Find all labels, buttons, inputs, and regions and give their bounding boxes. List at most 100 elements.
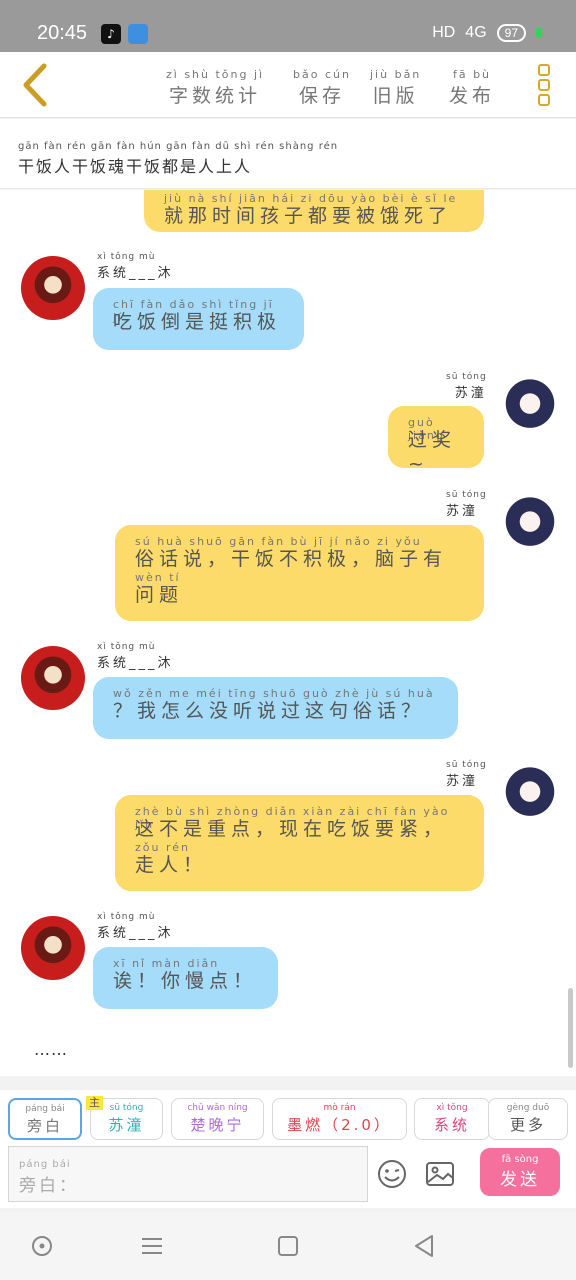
circle-dot-icon[interactable]	[28, 1232, 56, 1260]
menu-pinyin: zì shù tǒng jì	[166, 68, 265, 81]
menu-pinyin: bǎo cún	[293, 68, 351, 81]
message-pinyin: xī nǐ màn diǎn	[113, 957, 220, 970]
chat-area[interactable]: jiù nà shí jiān hái zi dōu yào bèi è sǐ …	[0, 190, 576, 1076]
charging-icon	[536, 28, 542, 38]
message-text: 这不是重点，现在吃饭要紧，	[135, 818, 448, 840]
send-pinyin: fā sòng	[501, 1154, 539, 1165]
word-count-button[interactable]: zì shù tǒng jì 字数统计	[166, 68, 264, 108]
message-pinyin: jiù nà shí jiān hái zi dōu yào bèi è sǐ …	[164, 192, 458, 205]
avatar-su-tong[interactable]	[498, 496, 562, 560]
message-bubble[interactable]: wǒ zěn me méi tīng shuō guò zhè jù sú hu…	[93, 677, 458, 739]
message-pinyin: wǒ zěn me méi tīng shuō guò zhè jù sú hu…	[113, 687, 435, 700]
message-text: 问题	[135, 584, 184, 606]
avatar-su-tong[interactable]	[498, 378, 562, 442]
sender-name: xì tǒng mù 系统___沐	[97, 642, 174, 671]
sender-name: sū tóng 苏潼	[446, 372, 487, 401]
input-bar: páng bái 旁白： fā sòng 发送	[0, 1146, 576, 1208]
send-button[interactable]: fā sòng 发送	[480, 1148, 560, 1196]
sender-pinyin: xì tǒng mù	[97, 252, 156, 262]
message-text: 走人！	[135, 854, 208, 876]
sender-label: 系统___沐	[97, 656, 174, 671]
role-pinyin: mò rán	[323, 1103, 356, 1113]
sender-pinyin: sū tóng	[446, 490, 487, 500]
sender-name: xì tǒng mù 系统___沐	[97, 252, 174, 281]
send-label: 发送	[500, 1170, 540, 1190]
message-pinyin: chī fàn dǎo shì tǐng jī jí	[113, 298, 274, 324]
more-vertical-icon[interactable]	[538, 64, 552, 108]
tiktok-icon: ♪	[101, 24, 121, 44]
sender-label: 苏潼	[454, 386, 487, 401]
message-pinyin: guò jiǎng	[408, 416, 445, 442]
publish-button[interactable]: fā bù 发布	[449, 68, 495, 108]
title-pinyin: gān fàn rén gān fàn hún gān fàn dū shì r…	[18, 141, 339, 152]
system-nav-bar	[0, 1212, 576, 1280]
typing-ellipsis: ……	[34, 1040, 68, 1059]
sender-label: 苏潼	[446, 504, 479, 519]
role-label: 更多	[509, 1116, 546, 1134]
smiley-icon[interactable]	[376, 1158, 408, 1190]
message-text: 俗话说，干饭不积极，脑子有	[135, 548, 448, 570]
message-bubble[interactable]: zhè bù shì zhòng diǎn xiàn zài chī fàn y…	[115, 795, 484, 891]
message-pinyin: zǒu rén	[135, 841, 190, 854]
avatar-system-mu[interactable]	[21, 256, 85, 320]
story-title-bar: gān fàn rén gān fàn hún gān fàn dū shì r…	[0, 119, 576, 189]
sender-name: xì tǒng mù 系统___沐	[97, 912, 174, 941]
status-right: HD 4G 97	[432, 24, 542, 42]
role-system[interactable]: xì tǒng 系统	[414, 1098, 490, 1140]
role-selector: 主 páng bái 旁白 sū tóng 苏潼 chǔ wǎn níng 楚晚…	[0, 1090, 576, 1146]
message-input[interactable]: páng bái 旁白：	[8, 1146, 368, 1202]
role-label: 楚晚宁	[190, 1116, 245, 1134]
triangle-back-icon[interactable]	[410, 1232, 438, 1260]
role-label: 旁白	[26, 1117, 63, 1135]
message-text: 吃饭倒是挺积极	[113, 311, 282, 333]
image-icon[interactable]	[424, 1158, 456, 1190]
sender-label: 系统___沐	[97, 926, 174, 941]
sender-label: 系统___沐	[97, 266, 174, 281]
message-bubble[interactable]: sú huà shuō gān fàn bù jī jí nǎo zi yǒu …	[115, 525, 484, 621]
message-text: 就那时间孩子都要被饿死了	[164, 205, 453, 227]
square-icon[interactable]	[274, 1232, 302, 1260]
role-narrator[interactable]: páng bái 旁白	[8, 1098, 82, 1140]
menu-label: 发布	[449, 85, 496, 107]
status-bar: 20:45 ♪ HD 4G 97	[0, 0, 576, 52]
sender-name: sū tóng 苏潼	[446, 760, 487, 789]
role-label: 系统	[433, 1116, 470, 1134]
role-mo-ran[interactable]: mò rán 墨燃（2.0）	[272, 1098, 407, 1140]
sender-label: 苏潼	[446, 774, 479, 789]
message-bubble[interactable]: jiù nà shí jiān hái zi dōu yào bèi è sǐ …	[144, 190, 484, 232]
menu-label: 旧版	[372, 85, 419, 107]
network-label: HD	[432, 24, 456, 41]
old-version-button[interactable]: jiù bǎn 旧版	[370, 68, 421, 108]
message-bubble[interactable]: chī fàn dǎo shì tǐng jī jí 吃饭倒是挺积极	[93, 288, 304, 350]
sender-pinyin: xì tǒng mù	[97, 642, 156, 652]
message-text: ？我怎么没听说过这句俗话？	[113, 700, 426, 722]
save-button[interactable]: bǎo cún 保存	[293, 68, 351, 108]
input-placeholder: 旁白：	[19, 1176, 79, 1196]
message-bubble[interactable]: xī nǐ màn diǎn 诶！你慢点！	[93, 947, 278, 1009]
message-text: 诶！你慢点！	[113, 970, 258, 992]
message-pinyin: zhè bù shì zhòng diǎn xiàn zài chī fàn y…	[135, 805, 450, 831]
message-pinyin: sú huà shuō gān fàn bù jī jí nǎo zi yǒu	[135, 535, 422, 548]
main-role-tag: 主	[86, 1096, 103, 1110]
chevron-left-icon[interactable]	[18, 62, 52, 108]
role-pinyin: gèng duō	[506, 1103, 550, 1113]
message-bubble[interactable]: guò jiǎng 过奖~	[388, 406, 484, 475]
role-more-button[interactable]: gèng duō 更多	[488, 1098, 568, 1140]
avatar-system-mu[interactable]	[21, 916, 85, 980]
avatar-system-mu[interactable]	[21, 646, 85, 710]
chat-scrollbar[interactable]	[568, 988, 573, 1068]
input-pinyin: páng bái	[19, 1159, 71, 1170]
arrow-up-icon	[128, 24, 148, 44]
menu-pinyin: jiù bǎn	[370, 68, 422, 81]
message-pinyin: wèn tí	[135, 571, 181, 584]
role-pinyin: páng bái	[25, 1104, 65, 1114]
avatar-su-tong[interactable]	[498, 766, 562, 830]
status-time: 20:45	[37, 22, 88, 44]
avatar-su-tong[interactable]	[498, 190, 562, 200]
sender-pinyin: sū tóng	[446, 760, 487, 770]
role-chu-wan-ning[interactable]: chǔ wǎn níng 楚晚宁	[171, 1098, 264, 1140]
menu-icon[interactable]	[138, 1232, 166, 1260]
menu-label: 保存	[298, 85, 345, 107]
role-pinyin: xì tǒng	[436, 1103, 468, 1113]
page-title: 干饭人干饭魂干饭都是人上人	[18, 157, 253, 176]
